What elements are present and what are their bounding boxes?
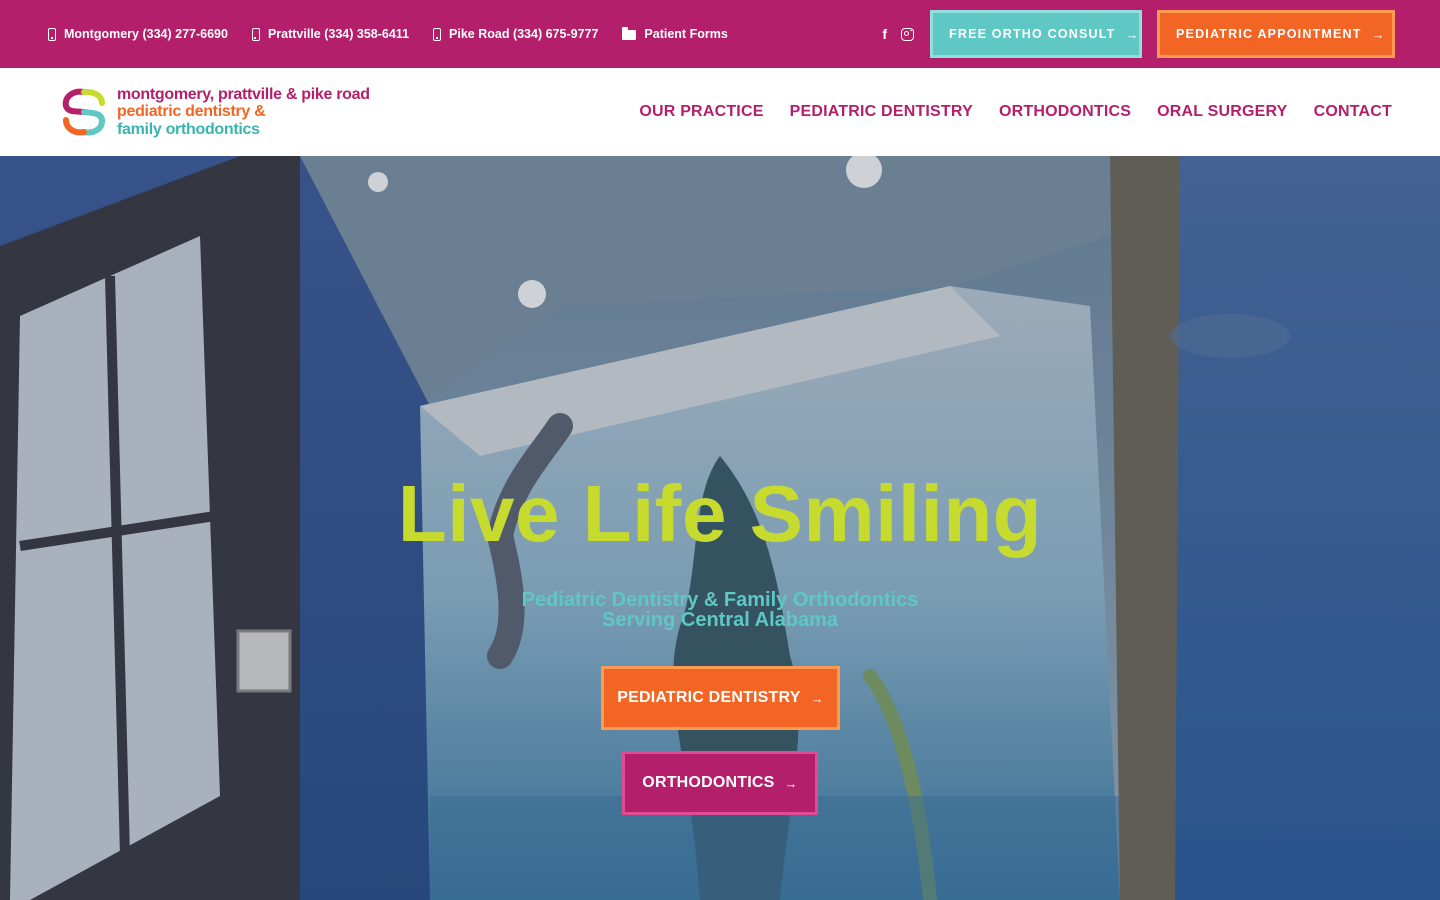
main-nav: OUR PRACTICE PEDIATRIC DENTISTRY ORTHODO… [613, 103, 1392, 121]
instagram-icon[interactable] [901, 27, 914, 41]
contact-label: Montgomery (334) 277-6690 [64, 27, 228, 41]
logo-line-orthodontics: family orthodontics [117, 120, 260, 138]
orthodontics-button[interactable]: ORTHODONTICS → [622, 751, 818, 815]
contact-label: Patient Forms [644, 27, 728, 41]
pediatric-appointment-button[interactable]: PEDIATRIC APPOINTMENT → [1157, 10, 1395, 58]
arrow-right-icon: → [784, 775, 798, 791]
contact-prattville[interactable]: Prattville (334) 358-6411 [251, 27, 410, 41]
free-ortho-consult-button[interactable]: FREE ORTHO CONSULT → [930, 10, 1142, 58]
nav-pediatric-dentistry[interactable]: PEDIATRIC DENTISTRY [790, 103, 973, 121]
contact-label: Pike Road (334) 675-9777 [449, 27, 599, 41]
top-bar: Montgomery (334) 277-6690 Prattville (33… [0, 0, 1440, 68]
folder-icon [622, 27, 637, 40]
hero-title: Live Life Smiling [397, 469, 1043, 558]
nav-oral-surgery[interactable]: ORAL SURGERY [1157, 103, 1287, 121]
arrow-right-icon: → [810, 690, 824, 706]
contact-pike-road[interactable]: Pike Road (334) 675-9777 [433, 27, 598, 41]
button-label: PEDIATRIC APPOINTMENT [1176, 27, 1362, 41]
button-label: ORTHODONTICS [642, 774, 775, 791]
hero-content: Live Life Smiling Pediatric Dentistry & … [0, 156, 1440, 900]
button-label: FREE ORTHO CONSULT [949, 27, 1116, 41]
contact-montgomery[interactable]: Montgomery (334) 277-6690 [48, 27, 228, 41]
patient-forms-link[interactable]: Patient Forms [622, 27, 728, 41]
hero-subtitle-line: Pediatric Dentistry & Family Orthodontic… [521, 589, 919, 611]
hero-section: Live Life Smiling Pediatric Dentistry & … [0, 156, 1440, 900]
contact-list: Montgomery (334) 277-6690 Prattville (33… [48, 27, 752, 41]
nav-orthodontics[interactable]: ORTHODONTICS [999, 103, 1131, 121]
facebook-icon[interactable]: f [882, 26, 887, 42]
site-logo[interactable]: montgomery, prattville & pike road pedia… [58, 86, 370, 139]
hero-subtitle-line: Serving Central Alabama [601, 609, 838, 631]
topbar-actions: f FREE ORTHO CONSULT → PEDIATRIC APPOINT… [882, 10, 1395, 58]
nav-contact[interactable]: CONTACT [1314, 103, 1392, 121]
pediatric-dentistry-button[interactable]: PEDIATRIC DENTISTRY → [601, 666, 840, 730]
logo-mark-icon [62, 88, 106, 136]
arrow-right-icon: → [1125, 26, 1140, 42]
logo-line-locations: montgomery, prattville & pike road [117, 85, 370, 103]
arrow-right-icon: → [1371, 26, 1386, 42]
phone-icon [48, 27, 56, 41]
nav-our-practice[interactable]: OUR PRACTICE [639, 103, 763, 121]
logo-text: montgomery, prattville & pike road pedia… [117, 86, 370, 139]
hero-subtitle: Pediatric Dentistry & Family Orthodontic… [0, 590, 1440, 630]
button-label: PEDIATRIC DENTISTRY [617, 689, 801, 706]
site-header: montgomery, prattville & pike road pedia… [0, 68, 1440, 156]
contact-label: Prattville (334) 358-6411 [267, 27, 410, 41]
logo-line-pediatric: pediatric dentistry & [117, 103, 266, 121]
phone-icon [251, 27, 260, 41]
phone-icon [433, 27, 442, 41]
